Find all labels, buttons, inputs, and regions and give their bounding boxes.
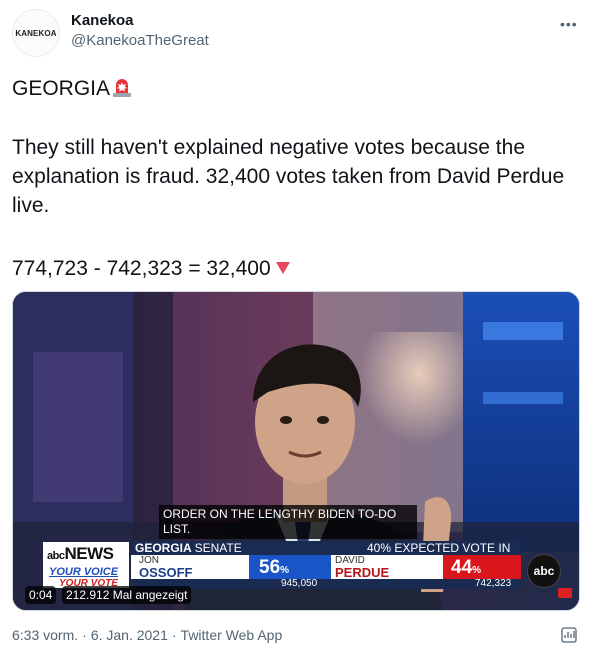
tweet-source[interactable]: Twitter Web App	[181, 627, 283, 643]
analytics-icon[interactable]	[561, 627, 577, 643]
abc-logo: abc	[527, 554, 561, 588]
candidate-pct: 56%	[259, 557, 290, 578]
video-elapsed-time: 0:04	[25, 586, 57, 604]
author-display-name[interactable]: Kanekoa	[71, 12, 134, 29]
candidate-last-name: PERDUE	[335, 565, 390, 580]
candidate-ossoff: JON OSSOFF 56%	[131, 555, 331, 580]
video-player[interactable]: ORDER ON THE LENGTHY BIDEN TO-DO LIST. a…	[12, 291, 580, 611]
candidate-last-name: OSSOFF	[139, 565, 193, 580]
ellipsis-icon[interactable]: •••	[560, 16, 578, 32]
abc-news-logo: abcNEWS YOUR VOICE YOUR VOTE	[43, 542, 129, 589]
tweet-metadata: 6:33 vorm. · 6. Jan. 2021 · Twitter Web App	[12, 627, 283, 643]
tweet-line-3-text: 774,723 - 742,323 = 32,400	[12, 257, 271, 280]
tweet: KANEKOA Kanekoa @KanekoaTheGreat ••• GEO…	[0, 0, 595, 667]
closed-captions-icon[interactable]	[558, 588, 572, 598]
video-view-count: 212.912 Mal angezeigt	[62, 586, 192, 604]
slogan-line-1: YOUR VOICE	[49, 566, 119, 578]
avatar[interactable]: KANEKOA	[12, 9, 60, 57]
tweet-paragraph-2: They still haven't explained negative vo…	[12, 136, 565, 217]
police-light-emoji	[111, 76, 133, 106]
candidate-perdue: DAVID PERDUE 44%	[331, 555, 521, 580]
candidate-votes-ossoff: 945,050	[281, 578, 318, 589]
abc-news-wordmark: abcNEWS	[47, 544, 114, 563]
avatar-text: KANEKOA	[15, 28, 57, 38]
tweet-line-1-text: GEORGIA	[12, 77, 111, 100]
tweet-time[interactable]: 6:33 vorm.	[12, 627, 78, 643]
expected-vote: 40% EXPECTED VOTE IN	[367, 541, 511, 555]
candidate-pct: 44%	[451, 557, 482, 578]
red-triangle-down-emoji	[275, 254, 291, 283]
video-caption: ORDER ON THE LENGTHY BIDEN TO-DO LIST.	[159, 505, 417, 539]
candidate-votes-perdue: 742,323	[475, 578, 512, 589]
tweet-line-3: 774,723 - 742,323 = 32,400	[12, 254, 582, 283]
author-handle[interactable]: @KanekoaTheGreat	[71, 32, 209, 49]
race-title: GEORGIA SENATE	[135, 541, 242, 555]
tweet-date[interactable]: 6. Jan. 2021	[91, 627, 168, 643]
election-lower-third: abcNEWS YOUR VOICE YOUR VOTE GEORGIA SEN…	[13, 538, 579, 590]
tweet-line-1: GEORGIA	[12, 74, 582, 106]
